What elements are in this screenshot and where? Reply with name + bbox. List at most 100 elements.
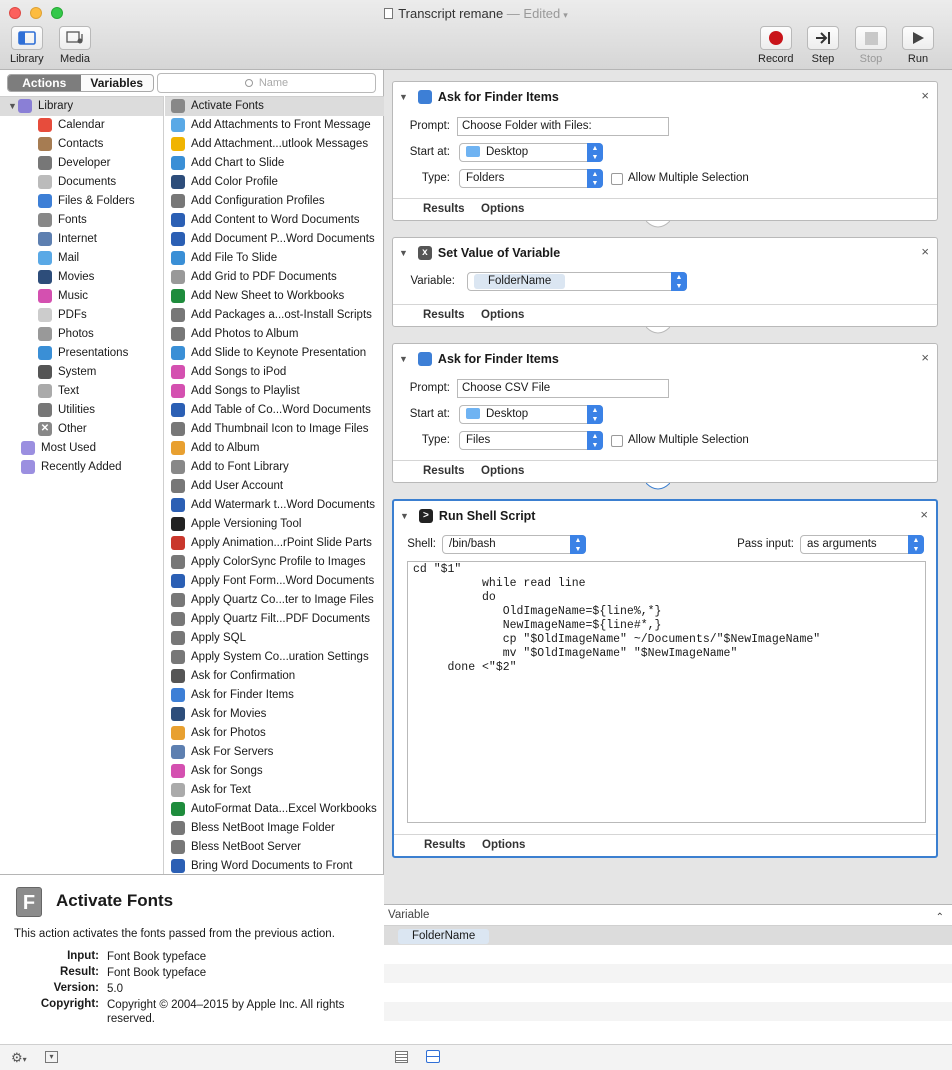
sidebar-item-other[interactable]: ✕ Other — [0, 420, 163, 439]
type-popup[interactable]: Files ▲ ▼ — [459, 431, 603, 450]
media-button[interactable]: Media — [59, 26, 91, 65]
list-item[interactable]: Ask for Movies — [165, 705, 384, 724]
list-item[interactable]: Apply SQL — [165, 629, 384, 648]
disclosure-triangle-icon[interactable]: ▼ — [399, 354, 408, 364]
list-item[interactable]: Ask for Text — [165, 781, 384, 800]
close-icon[interactable]: × — [921, 244, 929, 259]
sidebar-item-calendar[interactable]: Calendar — [0, 116, 163, 135]
step-button[interactable]: Step — [807, 26, 839, 65]
list-item[interactable]: Add Color Profile — [165, 173, 384, 192]
disclosure-triangle-icon[interactable]: ▼ — [399, 248, 408, 258]
list-item[interactable]: Add Attachment...utlook Messages — [165, 135, 384, 154]
allow-multiple-checkbox[interactable] — [611, 173, 623, 185]
run-button[interactable]: Run — [902, 26, 934, 65]
tab-variables[interactable]: Variables — [81, 75, 154, 91]
start-at-popup[interactable]: Desktop ▲ ▼ — [459, 405, 603, 424]
sidebar-item-developer[interactable]: Developer — [0, 154, 163, 173]
list-item[interactable]: Ask for Photos — [165, 724, 384, 743]
tab-options[interactable]: Options — [482, 839, 525, 851]
sidebar-item-mail[interactable]: Mail — [0, 249, 163, 268]
close-icon[interactable]: × — [921, 350, 929, 365]
script-editor[interactable]: cd "$1" while read line do OldImageName=… — [407, 561, 926, 823]
list-item[interactable]: Add Packages a...ost-Install Scripts — [165, 306, 384, 325]
sidebar-item-presentations[interactable]: Presentations — [0, 344, 163, 363]
sidebar-item-music[interactable]: Music — [0, 287, 163, 306]
variable-popup[interactable]: FolderName ▲ ▼ — [467, 272, 687, 291]
chevron-up-icon[interactable]: ⌃ — [936, 907, 944, 928]
sidebar-item-fonts[interactable]: Fonts — [0, 211, 163, 230]
chevron-down-icon[interactable]: ▾ — [563, 10, 568, 20]
list-item[interactable]: Ask for Songs — [165, 762, 384, 781]
shell-popup[interactable]: /bin/bash ▲ ▼ — [442, 535, 586, 554]
variable-row[interactable]: FolderName — [384, 926, 952, 945]
sidebar-item-recently-added[interactable]: Recently Added — [0, 458, 163, 477]
tab-options[interactable]: Options — [481, 309, 524, 321]
tab-results[interactable]: Results — [424, 839, 466, 851]
library-button[interactable]: Library — [10, 26, 44, 65]
prompt-input[interactable]: Choose CSV File — [457, 379, 669, 398]
list-item[interactable]: Apply System Co...uration Settings — [165, 648, 384, 667]
list-item[interactable]: Add Songs to Playlist — [165, 382, 384, 401]
list-item[interactable]: Add Document P...Word Documents — [165, 230, 384, 249]
variables-header[interactable]: Variable ⌃ — [384, 905, 952, 926]
sidebar-item-photos[interactable]: Photos — [0, 325, 163, 344]
tab-results[interactable]: Results — [423, 465, 465, 477]
type-popup[interactable]: Folders ▲ ▼ — [459, 169, 603, 188]
tab-results[interactable]: Results — [423, 309, 465, 321]
sidebar-item-most-used[interactable]: Most Used — [0, 439, 163, 458]
list-item[interactable]: Add Content to Word Documents — [165, 211, 384, 230]
list-item[interactable]: Apply ColorSync Profile to Images — [165, 553, 384, 572]
sidebar-item-text[interactable]: Text — [0, 382, 163, 401]
list-item[interactable]: Bless NetBoot Image Folder — [165, 819, 384, 838]
edited-indicator[interactable]: — Edited — [503, 6, 560, 21]
log-view-icon[interactable] — [395, 1051, 408, 1063]
tab-options[interactable]: Options — [481, 465, 524, 477]
list-item[interactable]: Add Table of Co...Word Documents — [165, 401, 384, 420]
list-item[interactable]: Add File To Slide — [165, 249, 384, 268]
list-item[interactable]: Bring Word Documents to Front — [165, 857, 384, 874]
search-input[interactable]: Name — [157, 73, 376, 93]
list-item[interactable]: Add to Album — [165, 439, 384, 458]
action-ask-for-finder-items-1[interactable]: ▼ Ask for Finder Items × Prompt: Choose F… — [392, 81, 938, 221]
pass-input-popup[interactable]: as arguments ▲ ▼ — [800, 535, 924, 554]
list-item[interactable]: Add New Sheet to Workbooks — [165, 287, 384, 306]
start-at-popup[interactable]: Desktop ▲ ▼ — [459, 143, 603, 162]
tab-options[interactable]: Options — [481, 203, 524, 215]
list-item[interactable]: Apple Versioning Tool — [165, 515, 384, 534]
list-item[interactable]: Add Songs to iPod — [165, 363, 384, 382]
sidebar-item-internet[interactable]: Internet — [0, 230, 163, 249]
tab-actions[interactable]: Actions — [8, 75, 81, 91]
list-item[interactable]: Add Thumbnail Icon to Image Files — [165, 420, 384, 439]
sidebar-item-pdfs[interactable]: PDFs — [0, 306, 163, 325]
gear-icon[interactable]: ⚙▾ — [11, 1050, 27, 1066]
description-toggle-icon[interactable]: ▾ — [45, 1051, 58, 1063]
list-item[interactable]: Apply Quartz Co...ter to Image Files — [165, 591, 384, 610]
list-item[interactable]: Ask for Finder Items — [165, 686, 384, 705]
list-item[interactable]: Ask for Confirmation — [165, 667, 384, 686]
sidebar-item-documents[interactable]: Documents — [0, 173, 163, 192]
list-item[interactable]: Apply Animation...rPoint Slide Parts — [165, 534, 384, 553]
sidebar-item-system[interactable]: System — [0, 363, 163, 382]
disclosure-triangle-icon[interactable]: ▼ — [8, 97, 18, 116]
tab-results[interactable]: Results — [423, 203, 465, 215]
action-ask-for-finder-items-2[interactable]: ▼ Ask for Finder Items × Prompt: Choose C… — [392, 343, 938, 483]
close-icon[interactable]: × — [920, 507, 928, 522]
list-item[interactable]: AutoFormat Data...Excel Workbooks — [165, 800, 384, 819]
list-item[interactable]: Add to Font Library — [165, 458, 384, 477]
prompt-input[interactable]: Choose Folder with Files: — [457, 117, 669, 136]
list-item[interactable]: Add Attachments to Front Message — [165, 116, 384, 135]
disclosure-triangle-icon[interactable]: ▼ — [400, 511, 409, 521]
sidebar-item-utilities[interactable]: Utilities — [0, 401, 163, 420]
list-item[interactable]: Add Watermark t...Word Documents — [165, 496, 384, 515]
list-item[interactable]: Add Slide to Keynote Presentation — [165, 344, 384, 363]
action-set-value-of-variable[interactable]: ▼ x Set Value of Variable × Variable: Fold… — [392, 237, 938, 327]
sidebar-item-library[interactable]: ▼ Library — [0, 97, 163, 116]
list-item[interactable]: Add Grid to PDF Documents — [165, 268, 384, 287]
disclosure-triangle-icon[interactable]: ▼ — [399, 92, 408, 102]
list-item[interactable]: Add User Account — [165, 477, 384, 496]
allow-multiple-checkbox[interactable] — [611, 435, 623, 447]
list-item[interactable]: Activate Fonts — [165, 97, 384, 116]
list-item[interactable]: Bless NetBoot Server — [165, 838, 384, 857]
stop-button[interactable]: Stop — [855, 26, 887, 65]
list-item[interactable]: Add Photos to Album — [165, 325, 384, 344]
